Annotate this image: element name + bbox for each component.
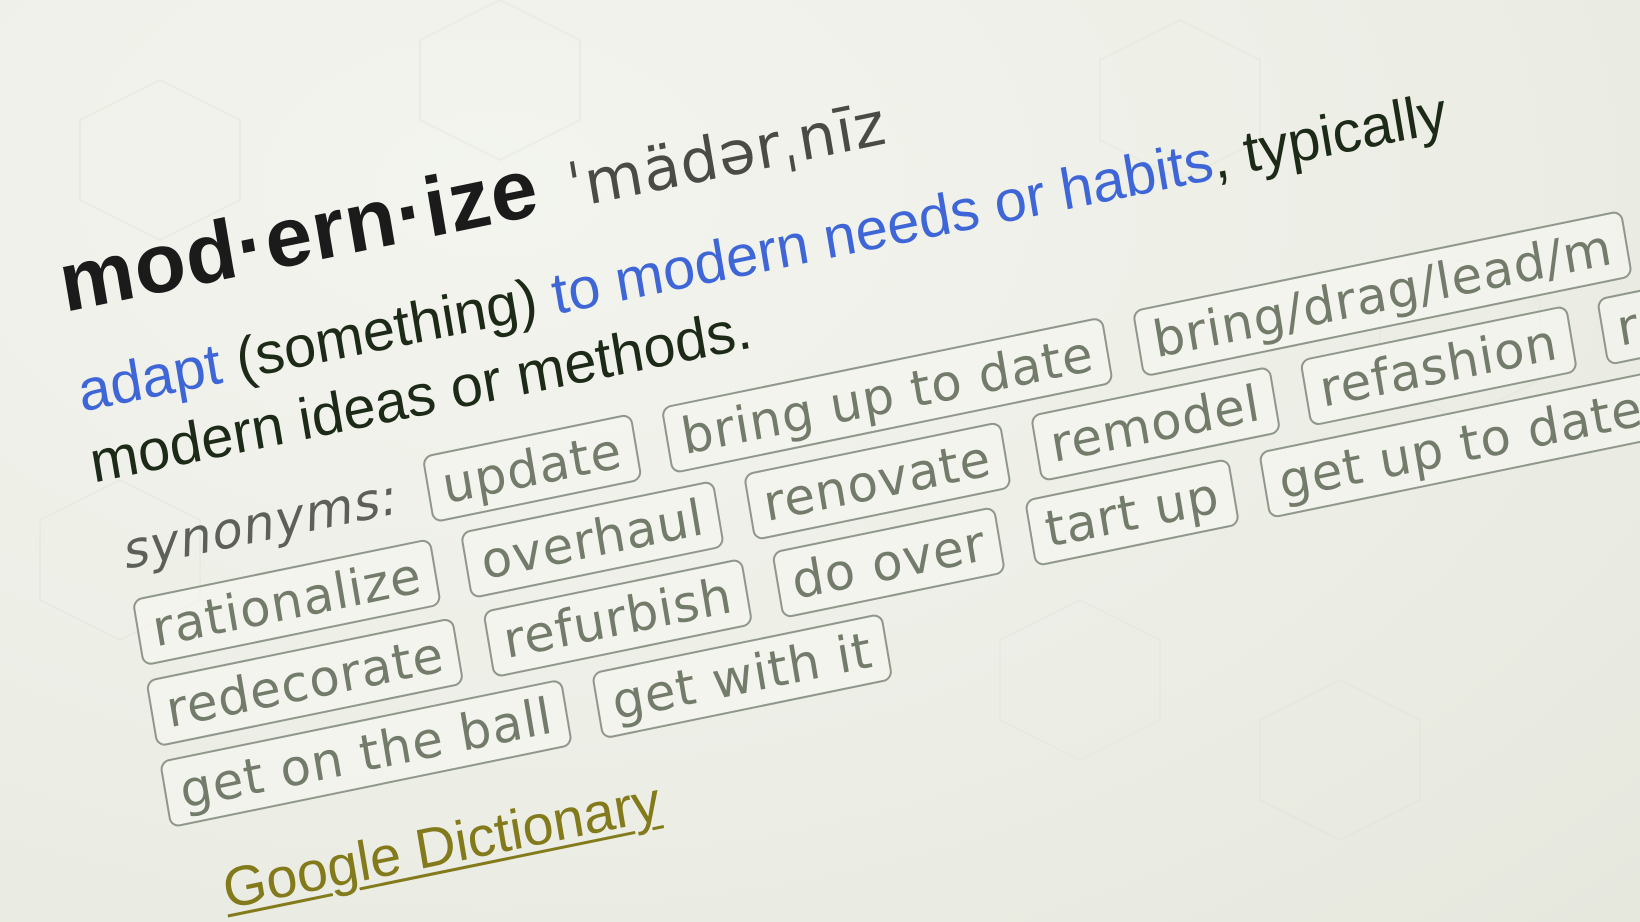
dictionary-entry: mod·ern·ize ˈmädərˌnīz adapt (something)… [52,0,1640,920]
synonym-chip[interactable]: re [1596,281,1640,366]
dictionary-card: mod·ern·ize ˈmädərˌnīz adapt (something)… [0,0,1640,922]
